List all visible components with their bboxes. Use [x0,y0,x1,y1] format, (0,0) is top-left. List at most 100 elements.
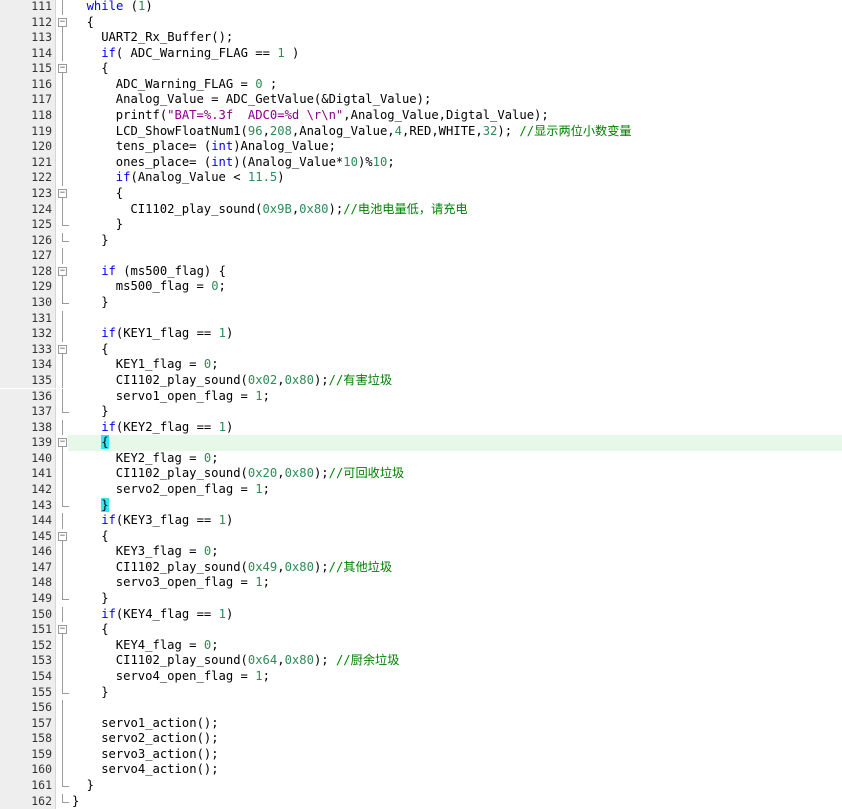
code-token: Analog_Value = ADC_GetValue(&Digtal_Valu… [115,92,432,107]
code-line-160[interactable]: 160 servo4_action(); [0,762,842,778]
code-token: 96 [247,123,263,138]
code-token: { [101,61,109,76]
code-line-140[interactable]: 140 KEY2_flag = 0; [0,450,842,467]
code-line-131[interactable]: 131 [0,310,842,327]
code-line-125[interactable]: 125} [0,217,842,233]
code-text: CI1102_play_sound(0x49,0x80);//其他垃圾 [116,560,392,576]
code-token: ; [262,668,270,683]
code-token: )(Analog_Value* [233,154,344,169]
fold-collapse-icon[interactable]: − [58,17,67,27]
code-line-133[interactable]: 133− { [0,341,842,358]
fold-collapse-icon[interactable]: − [58,266,67,276]
code-line-159[interactable]: 159 servo3_action(); [0,746,842,763]
line-number: 130 [31,295,52,310]
code-line-143[interactable]: 143} [0,497,842,514]
matched-brace: } [101,497,109,512]
line-number-gutter: 117 [0,92,56,109]
code-text: } [101,497,109,514]
fold-collapse-icon[interactable]: − [58,531,67,541]
code-line-144[interactable]: 144 if(KEY3_flag == 1) [0,513,842,529]
code-line-137[interactable]: 137} [0,404,842,420]
code-text: { [101,342,108,358]
line-number-gutter: 113 [0,30,56,46]
code-token: ) [225,513,234,528]
code-line-114[interactable]: 114 if( ADC_Warning_FLAG == 1 ) [0,45,842,62]
code-line-116[interactable]: 116 ADC_Warning_FLAG = 0 ; [0,76,842,93]
code-token: KEY2_flag = [115,450,204,465]
code-line-111[interactable]: 111 while (1) [0,0,842,15]
code-line-150[interactable]: 150 if(KEY4_flag == 1) [0,606,842,623]
code-line-142[interactable]: 142 servo2_open_flag = 1; [0,481,842,498]
fold-guide [62,606,63,623]
code-line-130[interactable]: 130} [0,295,842,311]
code-line-115[interactable]: 115− { [0,61,842,77]
code-text: } [72,794,79,809]
fold-guide [62,746,63,763]
code-line-119[interactable]: 119 LCD_ShowFloatNum1(96,208,Analog_Value… [0,123,842,140]
line-number: 133 [31,341,52,356]
code-line-153[interactable]: 153 CI1102_play_sound(0x64,0x80); //厨余垃圾 [0,653,842,669]
fold-guide [62,201,63,218]
fold-collapse-icon[interactable]: − [58,438,67,448]
code-token: 1 [255,388,263,403]
line-number-gutter: 162 [0,793,56,809]
line-number: 161 [31,778,52,792]
code-line-158[interactable]: 158 servo2_action(); [0,731,842,747]
code-line-120[interactable]: 120 tens_place= (int)Analog_Value; [0,139,842,155]
code-line-112[interactable]: 112− { [0,14,842,31]
fold-collapse-icon[interactable]: − [58,344,67,354]
code-line-124[interactable]: 124 CI1102_play_sound(0x9B,0x80);//电池电量低，… [0,201,842,218]
code-line-136[interactable]: 136 servo1_open_flag = 1; [0,388,842,405]
code-line-161[interactable]: 161} [0,778,842,794]
code-line-146[interactable]: 146 KEY3_flag = 0; [0,544,842,560]
code-line-145[interactable]: 145− { [0,528,842,545]
code-line-132[interactable]: 132 if(KEY1_flag == 1) [0,326,842,342]
line-number: 127 [31,248,52,263]
line-number-gutter: 125 [0,217,56,233]
code-token: 208 [269,123,292,138]
line-number-gutter: 126 [0,232,56,249]
fold-collapse-icon[interactable]: − [58,64,67,74]
code-line-121[interactable]: 121 ones_place= (int)(Analog_Value*10)%10… [0,154,842,171]
code-text: servo2_action(); [101,731,218,747]
code-token: ; [262,481,270,496]
code-line-122[interactable]: 122 if(Analog_Value < 11.5) [0,170,842,186]
line-number: 132 [31,326,52,341]
code-line-156[interactable]: 156 [0,700,842,716]
code-line-141[interactable]: 141 CI1102_play_sound(0x20,0x80);//可回收垃圾 [0,466,842,482]
code-line-157[interactable]: 157 servo1_action(); [0,715,842,732]
code-token: { [101,528,109,543]
fold-end-marker [62,295,69,305]
code-token: { [115,185,124,200]
code-token: 0x80 [284,653,314,668]
code-line-134[interactable]: 134 KEY1_flag = 0; [0,357,842,373]
fold-margin [56,606,68,623]
code-line-118[interactable]: 118 printf("BAT=%.3f ADC0=%d \r\n",Analog… [0,108,842,124]
code-token: if [101,263,116,278]
fold-collapse-icon[interactable]: − [58,625,67,635]
code-line-127[interactable]: 127 [0,248,842,264]
code-token: (ms500_flag) { [115,263,226,278]
fold-margin: − [56,528,68,545]
code-line-138[interactable]: 138 if(KEY2_flag == 1) [0,419,842,436]
code-line-129[interactable]: 129 ms500_flag = 0; [0,279,842,296]
fold-margin [56,279,68,296]
code-line-151[interactable]: 151− { [0,622,842,638]
code-line-113[interactable]: 113 UART2_Rx_Buffer(); [0,30,842,46]
code-line-148[interactable]: 148 servo3_open_flag = 1; [0,575,842,592]
code-line-123[interactable]: 123− { [0,185,842,202]
code-line-152[interactable]: 152 KEY4_flag = 0; [0,637,842,654]
fold-collapse-icon[interactable]: − [58,188,67,198]
code-line-149[interactable]: 149} [0,591,842,607]
code-line-128[interactable]: 128− if (ms500_flag) { [0,263,842,280]
code-line-154[interactable]: 154 servo4_open_flag = 1; [0,668,842,685]
code-line-139[interactable]: 139− { [0,435,842,451]
code-line-126[interactable]: 126} [0,232,842,249]
code-line-155[interactable]: 155} [0,684,842,701]
line-number: 118 [31,108,52,123]
code-line-135[interactable]: 135 CI1102_play_sound(0x02,0x80);//有害垃圾 [0,372,842,389]
code-line-117[interactable]: 117 Analog_Value = ADC_GetValue(&Digtal_V… [0,92,842,109]
code-line-147[interactable]: 147 CI1102_play_sound(0x49,0x80);//其他垃圾 [0,559,842,576]
code-line-162[interactable]: 162} [0,793,842,809]
code-editor[interactable]: 111 while (1) 112−{113 UART2_Rx_Buffer(); 11… [0,0,842,809]
